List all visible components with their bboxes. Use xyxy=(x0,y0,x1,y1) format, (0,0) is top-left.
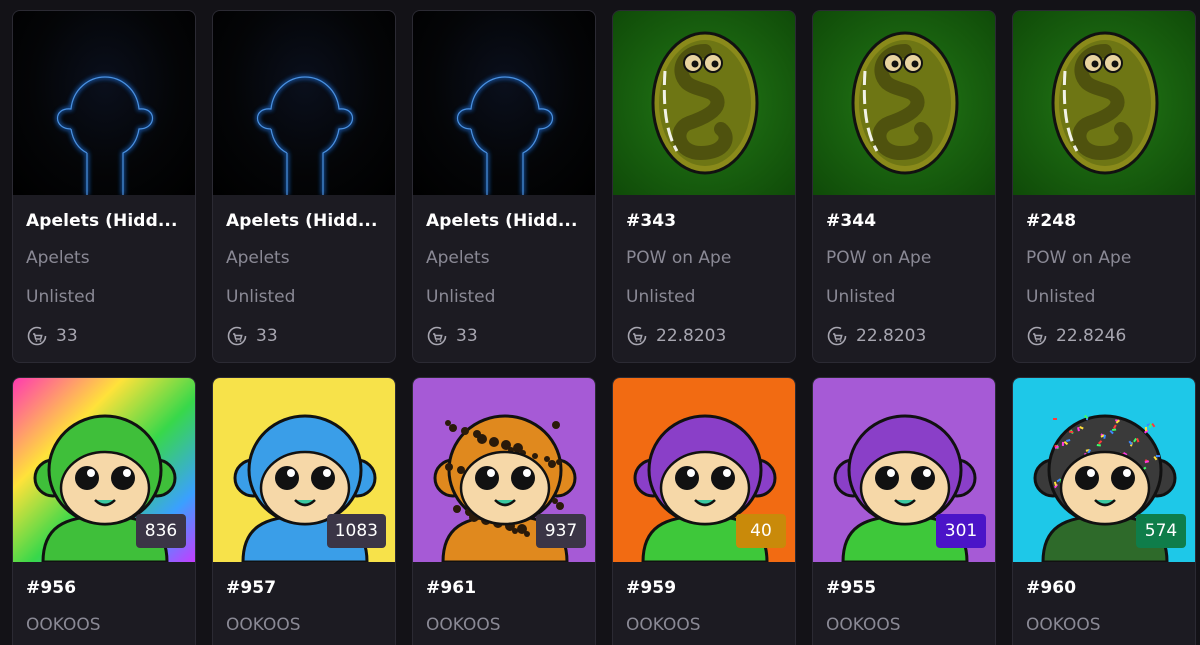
nft-card[interactable]: #343 POW on Ape Unlisted 22.8203 xyxy=(612,10,796,363)
ookoos-image: 1083 xyxy=(213,378,395,562)
collection-name[interactable]: OOKOOS xyxy=(1026,615,1195,635)
nft-card[interactable]: #248 POW on Ape Unlisted 22.8246 xyxy=(1012,10,1196,363)
nft-grid: Apelets (Hidd... Apelets Unlisted 33 Ape… xyxy=(12,10,1200,645)
nft-card[interactable]: 937 #961 OOKOOS xyxy=(412,377,596,645)
nft-title[interactable]: #248 xyxy=(1026,211,1186,231)
rarity-rank-badge: 40 xyxy=(736,514,786,548)
rarity-rank-badge: 574 xyxy=(1136,514,1186,548)
nft-title[interactable]: Apelets (Hidd... xyxy=(26,211,186,231)
collection-name[interactable]: Apelets xyxy=(226,248,395,268)
pow-egg-image xyxy=(813,11,995,195)
price-value: 22.8203 xyxy=(856,326,927,346)
nft-title[interactable]: #343 xyxy=(626,211,786,231)
cart-swap-icon xyxy=(827,326,847,346)
ookoos-image: 574 xyxy=(1013,378,1195,562)
rarity-rank-badge: 836 xyxy=(136,514,186,548)
cart-swap-icon xyxy=(27,326,47,346)
listing-status: Unlisted xyxy=(426,287,496,307)
collection-name[interactable]: OOKOOS xyxy=(826,615,995,635)
nft-card[interactable]: 836 #956 OOKOOS xyxy=(12,377,196,645)
nft-title[interactable]: #959 xyxy=(626,578,786,598)
collection-name[interactable]: OOKOOS xyxy=(626,615,795,635)
nft-row-bottom: 836 #956 OOKOOS 1083 #957 OOKOOS 937 #96… xyxy=(12,377,1200,645)
nft-title[interactable]: #960 xyxy=(1026,578,1186,598)
listing-status: Unlisted xyxy=(826,287,896,307)
listing-status: Unlisted xyxy=(26,287,96,307)
hidden-ape-image xyxy=(413,11,595,195)
collection-name[interactable]: POW on Ape xyxy=(826,248,995,268)
nft-title[interactable]: Apelets (Hidd... xyxy=(426,211,586,231)
rarity-rank-badge: 1083 xyxy=(326,514,386,548)
cart-swap-icon xyxy=(427,326,447,346)
nft-card[interactable]: Apelets (Hidd... Apelets Unlisted 33 xyxy=(212,10,396,363)
cart-swap-icon xyxy=(227,326,247,346)
price-value: 33 xyxy=(56,326,78,346)
collection-name[interactable]: Apelets xyxy=(426,248,595,268)
nft-title[interactable]: #957 xyxy=(226,578,386,598)
nft-card[interactable]: 301 #955 OOKOOS xyxy=(812,377,996,645)
rarity-rank-badge: 937 xyxy=(536,514,586,548)
nft-title[interactable]: Apelets (Hidd... xyxy=(226,211,386,231)
collection-name[interactable]: OOKOOS xyxy=(226,615,395,635)
hidden-ape-image xyxy=(213,11,395,195)
nft-title[interactable]: #956 xyxy=(26,578,186,598)
cart-swap-icon xyxy=(1027,326,1047,346)
ookoos-image: 301 xyxy=(813,378,995,562)
hidden-ape-image xyxy=(13,11,195,195)
rarity-rank-badge: 301 xyxy=(936,514,986,548)
collection-name[interactable]: POW on Ape xyxy=(626,248,795,268)
last-price: 33 xyxy=(226,325,395,347)
listing-status: Unlisted xyxy=(626,287,696,307)
last-price: 22.8203 xyxy=(826,325,995,347)
ookoos-image: 937 xyxy=(413,378,595,562)
price-value: 33 xyxy=(456,326,478,346)
nft-card[interactable]: Apelets (Hidd... Apelets Unlisted 33 xyxy=(12,10,196,363)
nft-card[interactable]: 574 #960 OOKOOS xyxy=(1012,377,1196,645)
collection-name[interactable]: OOKOOS xyxy=(426,615,595,635)
last-price: 33 xyxy=(26,325,195,347)
ookoos-image: 836 xyxy=(13,378,195,562)
price-value: 22.8246 xyxy=(1056,326,1127,346)
cart-swap-icon xyxy=(627,326,647,346)
nft-row-top: Apelets (Hidd... Apelets Unlisted 33 Ape… xyxy=(12,10,1200,363)
nft-title[interactable]: #344 xyxy=(826,211,986,231)
last-price: 22.8203 xyxy=(626,325,795,347)
pow-egg-image xyxy=(1013,11,1195,195)
last-price: 22.8246 xyxy=(1026,325,1195,347)
pow-egg-image xyxy=(613,11,795,195)
nft-card[interactable]: Apelets (Hidd... Apelets Unlisted 33 xyxy=(412,10,596,363)
collection-name[interactable]: POW on Ape xyxy=(1026,248,1195,268)
nft-card[interactable]: #344 POW on Ape Unlisted 22.8203 xyxy=(812,10,996,363)
nft-title[interactable]: #955 xyxy=(826,578,986,598)
nft-card[interactable]: 40 #959 OOKOOS xyxy=(612,377,796,645)
nft-title[interactable]: #961 xyxy=(426,578,586,598)
price-value: 22.8203 xyxy=(656,326,727,346)
collection-name[interactable]: OOKOOS xyxy=(26,615,195,635)
collection-name[interactable]: Apelets xyxy=(26,248,195,268)
price-value: 33 xyxy=(256,326,278,346)
last-price: 33 xyxy=(426,325,595,347)
nft-card[interactable]: 1083 #957 OOKOOS xyxy=(212,377,396,645)
listing-status: Unlisted xyxy=(1026,287,1096,307)
ookoos-image: 40 xyxy=(613,378,795,562)
listing-status: Unlisted xyxy=(226,287,296,307)
